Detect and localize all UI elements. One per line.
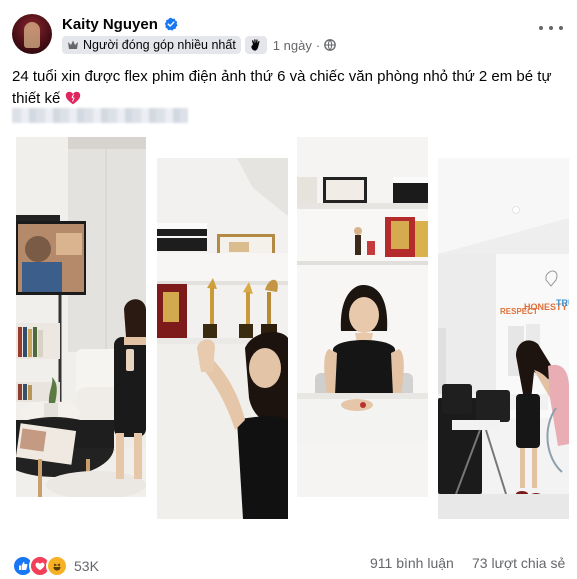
post-time[interactable]: 1 ngày bbox=[273, 38, 312, 53]
heart-icon bbox=[65, 91, 80, 105]
shares-count[interactable]: 73 lượt chia sẻ bbox=[472, 555, 565, 571]
time-separator: · bbox=[315, 37, 321, 53]
author-row: Kaity Nguyen bbox=[62, 14, 178, 34]
caption-text: 24 tuổi xin được flex phim điện ảnh thứ … bbox=[12, 68, 552, 107]
photo-1[interactable] bbox=[16, 137, 146, 497]
photo-4[interactable]: RESPECT HONESTY TRU bbox=[438, 158, 569, 519]
reactions-summary[interactable]: 53K bbox=[12, 555, 99, 577]
photo-3-scene bbox=[297, 137, 428, 497]
badge-label: Người đóng góp nhiều nhất bbox=[83, 38, 236, 52]
wall-slogan-3: TRU bbox=[556, 298, 569, 308]
author-avatar[interactable] bbox=[12, 14, 52, 54]
wave-badge[interactable] bbox=[244, 36, 267, 54]
post-caption: 24 tuổi xin được flex phim điện ảnh thứ … bbox=[12, 66, 564, 110]
wave-hand-icon bbox=[251, 39, 260, 51]
reaction-count: 53K bbox=[74, 558, 99, 574]
haha-reaction-icon bbox=[46, 555, 68, 577]
photo-1-scene bbox=[16, 137, 146, 497]
photo-2[interactable] bbox=[157, 158, 288, 519]
facebook-post: Kaity Nguyen Người đóng góp nhiều nhất 1… bbox=[0, 0, 577, 579]
photo-4-scene: RESPECT HONESTY TRU bbox=[438, 158, 569, 519]
post-meta: Người đóng góp nhiều nhất 1 ngày · bbox=[62, 35, 337, 55]
blurred-text bbox=[12, 108, 188, 123]
photo-3[interactable] bbox=[297, 137, 428, 497]
top-contributor-badge[interactable]: Người đóng góp nhiều nhất bbox=[62, 36, 241, 54]
author-name[interactable]: Kaity Nguyen bbox=[62, 16, 158, 33]
top-fan-icon bbox=[68, 40, 78, 49]
globe-icon bbox=[324, 39, 337, 51]
verified-badge-icon bbox=[164, 17, 178, 31]
photo-2-scene bbox=[157, 158, 288, 519]
more-options-icon[interactable] bbox=[539, 22, 563, 34]
post-footer: 53K 911 bình luận 73 lượt chia sẻ bbox=[12, 555, 572, 577]
comments-count[interactable]: 911 bình luận bbox=[370, 555, 454, 571]
